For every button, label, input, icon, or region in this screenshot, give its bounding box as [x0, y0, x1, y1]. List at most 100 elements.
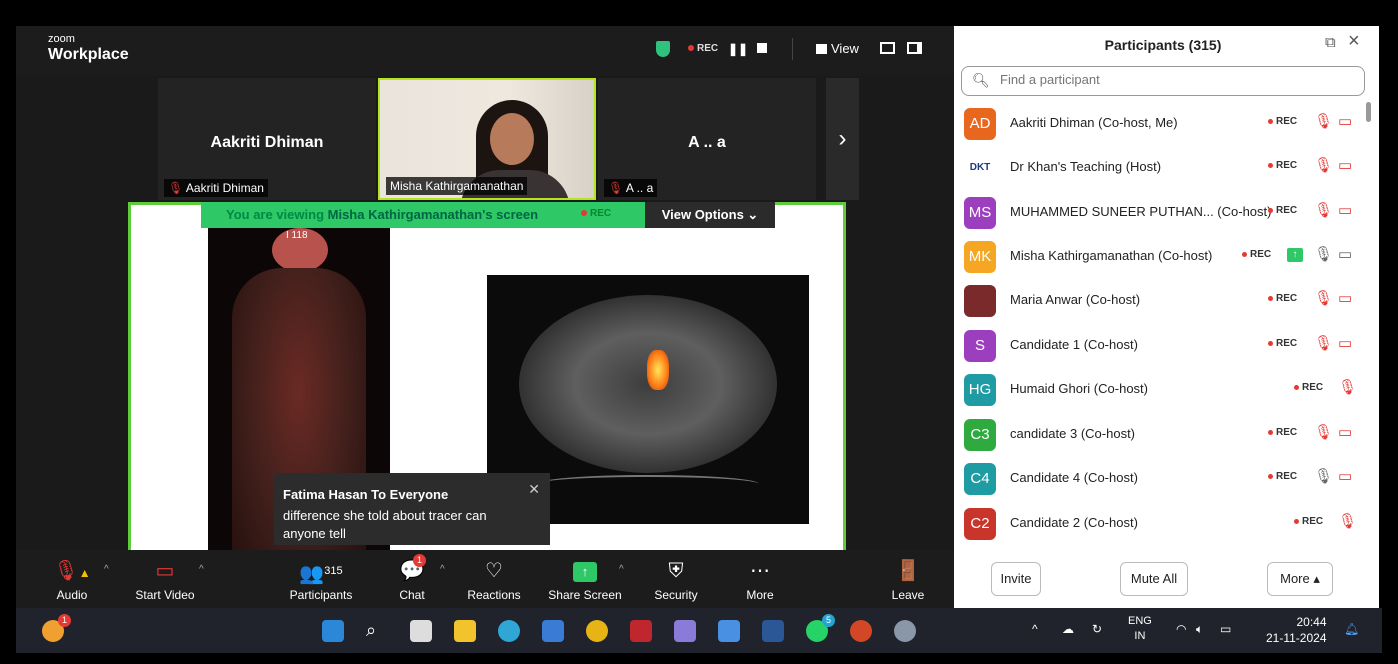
notification-bell-icon[interactable]: 🔔︎ [1344, 622, 1359, 636]
sync-icon[interactable]: ↻ [1092, 622, 1102, 636]
chat-options-caret-icon[interactable]: ^ [440, 564, 445, 575]
search-input[interactable] [1000, 72, 1350, 87]
participant-name: Dr Khan's Teaching (Host) [1010, 159, 1162, 174]
powerpoint-icon[interactable] [850, 620, 872, 642]
mic-muted-icon[interactable]: 🎙 [1314, 112, 1333, 130]
participant-row[interactable]: C3 candidate 3 (Co-host) REC 🎙 ▭ [954, 411, 1370, 455]
more-button[interactable]: ⋯ More [740, 558, 780, 602]
share-options-caret-icon[interactable]: ^ [619, 564, 624, 575]
close-icon[interactable]: × [1348, 30, 1360, 53]
video-options-caret-icon[interactable]: ^ [199, 564, 204, 575]
mic-muted-icon: 🎙 [608, 181, 624, 195]
more-button[interactable]: More ▴ [1267, 562, 1333, 596]
pop-out-icon[interactable]: ⧉ [1325, 34, 1336, 51]
mic-muted-icon[interactable]: 🎙 [1314, 423, 1333, 441]
share-screen-button[interactable]: ↑ Share Screen [546, 558, 624, 602]
mic-on-icon[interactable]: 🎙 [1314, 245, 1333, 263]
mic-on-icon[interactable]: 🎙 [1314, 467, 1333, 485]
picture-in-picture-icon[interactable] [880, 42, 895, 54]
mute-all-button[interactable]: Mute All [1120, 562, 1188, 596]
start-video-button[interactable]: ▭ Start Video [132, 558, 198, 602]
participant-row[interactable]: AD Aakriti Dhiman (Co-host, Me) REC 🎙 ▭ [954, 100, 1370, 144]
mic-muted-icon[interactable]: 🎙 [1338, 378, 1357, 396]
pause-recording-icon[interactable]: ❚❚ [728, 42, 748, 56]
participant-name: Candidate 2 (Co-host) [1010, 515, 1138, 530]
chat-button[interactable]: 💬 Chat [394, 558, 430, 602]
stop-recording-icon[interactable] [757, 43, 767, 53]
meeting-toolbar: 🎙▲ Audio ^ ▭ Start Video ^ 👥315 Participant… [16, 550, 954, 608]
video-tile-a-a[interactable]: A .. a 🎙 A .. a [598, 78, 816, 200]
start-icon[interactable] [322, 620, 344, 642]
settings-icon[interactable] [894, 620, 916, 642]
mic-muted-icon[interactable]: 🎙 [1314, 289, 1333, 307]
word-icon[interactable] [762, 620, 784, 642]
participant-name: Candidate 4 (Co-host) [1010, 470, 1138, 485]
video-off-icon[interactable]: ▭ [1338, 156, 1352, 174]
video-tiles-strip: Aakriti Dhiman 🎙 Aakriti Dhiman Misha Ka… [158, 78, 818, 200]
edge-icon[interactable] [498, 620, 520, 642]
participant-row[interactable]: C2 Candidate 2 (Co-host) REC 🎙 [954, 500, 1370, 544]
file-explorer-icon[interactable] [454, 620, 476, 642]
video-off-icon[interactable]: ▭ [1338, 467, 1352, 485]
participant-row[interactable]: C4 Candidate 4 (Co-host) REC 🎙 ▭ [954, 455, 1370, 499]
leave-button[interactable]: 🚪 Leave [888, 558, 928, 602]
video-off-icon[interactable]: ▭ [1338, 423, 1352, 441]
tile-name: Aakriti Dhiman [210, 134, 324, 151]
windows-taskbar: 1 ⌕ 5 ^ ☁ ↻ ENG IN ◠ 🔈︎ ▭ 20:44 21-11-2024… [16, 608, 1382, 653]
sharing-screen-icon: ↑ [1287, 248, 1303, 262]
participant-name: MUHAMMED SUNEER PUTHAN... (Co-host) [1010, 204, 1272, 219]
video-off-icon[interactable]: ▭ [1338, 289, 1352, 307]
chat-message: difference she told about tracer can any… [283, 508, 487, 541]
view-button[interactable]: View [816, 41, 859, 56]
audio-button[interactable]: 🎙▲ Audio [52, 558, 92, 602]
security-button[interactable]: ⛨ Security [650, 558, 702, 602]
photos-icon[interactable] [718, 620, 740, 642]
video-off-icon[interactable]: ▭ [1338, 334, 1352, 352]
task-view-icon[interactable] [410, 620, 432, 642]
volume-icon[interactable]: 🔈︎ [1196, 622, 1203, 637]
video-tile-aakriti[interactable]: Aakriti Dhiman 🎙 Aakriti Dhiman [158, 78, 376, 200]
participant-row[interactable]: MK Misha Kathirgamanathan (Co-host) REC … [954, 233, 1370, 277]
video-off-icon[interactable]: ▭ [1338, 112, 1352, 130]
show-hidden-icons-icon[interactable]: ^ [1032, 622, 1038, 636]
audio-options-caret-icon[interactable]: ^ [104, 564, 109, 575]
participant-row[interactable]: MS MUHAMMED SUNEER PUTHAN... (Co-host) R… [954, 189, 1370, 233]
mcafee-icon[interactable] [630, 620, 652, 642]
chrome-icon[interactable] [586, 620, 608, 642]
participant-row[interactable]: HG Humaid Ghori (Co-host) REC 🎙 [954, 366, 1370, 410]
clock[interactable]: 20:44 21-11-2024 [1266, 614, 1327, 646]
rec-indicator: REC [1268, 427, 1297, 438]
participant-row[interactable]: Maria Anwar (Co-host) REC 🎙 ▭ [954, 277, 1370, 321]
language-indicator[interactable]: ENG IN [1128, 614, 1152, 644]
recording-indicator: REC [688, 43, 718, 54]
app-icon[interactable] [674, 620, 696, 642]
mic-muted-icon: 🎙▲ [53, 560, 91, 582]
minimize-window-icon[interactable] [907, 42, 922, 54]
rec-indicator: REC [1268, 160, 1297, 171]
mic-muted-icon[interactable]: 🎙 [1338, 512, 1357, 530]
reactions-button[interactable]: ♡ Reactions [466, 558, 522, 602]
video-on-icon[interactable]: ▭ [1338, 245, 1352, 263]
view-options-button[interactable]: View Options ⌄ [645, 202, 775, 228]
chat-notification[interactable]: Fatima Hasan To Everyone difference she … [274, 473, 550, 545]
video-off-icon[interactable]: ▭ [1338, 201, 1352, 219]
store-icon[interactable] [542, 620, 564, 642]
mic-muted-icon[interactable]: 🎙 [1314, 334, 1333, 352]
participant-list: AD Aakriti Dhiman (Co-host, Me) REC 🎙 ▭ … [954, 100, 1370, 540]
participant-search[interactable]: 🔍︎ [961, 66, 1365, 96]
battery-icon[interactable]: ▭ [1220, 622, 1231, 636]
participant-row[interactable]: DKT Dr Khan's Teaching (Host) REC 🎙 ▭ [954, 144, 1370, 188]
encryption-shield-icon[interactable] [656, 41, 670, 57]
invite-button[interactable]: Invite [991, 562, 1041, 596]
mic-muted-icon[interactable]: 🎙 [1314, 156, 1333, 174]
wifi-icon[interactable]: ◠ [1176, 622, 1186, 636]
onedrive-icon[interactable]: ☁ [1062, 622, 1074, 636]
video-tile-misha[interactable]: Misha Kathirgamanathan [378, 78, 596, 200]
close-icon[interactable]: ✕ [528, 481, 540, 498]
next-tiles-chevron-icon[interactable]: › [826, 78, 859, 200]
participants-button[interactable]: 👥315 Participants [278, 558, 364, 602]
whatsapp-badge: 5 [822, 614, 835, 627]
search-icon[interactable]: ⌕ [366, 620, 388, 642]
mic-muted-icon[interactable]: 🎙 [1314, 201, 1333, 219]
participant-row[interactable]: S Candidate 1 (Co-host) REC 🎙 ▭ [954, 322, 1370, 366]
